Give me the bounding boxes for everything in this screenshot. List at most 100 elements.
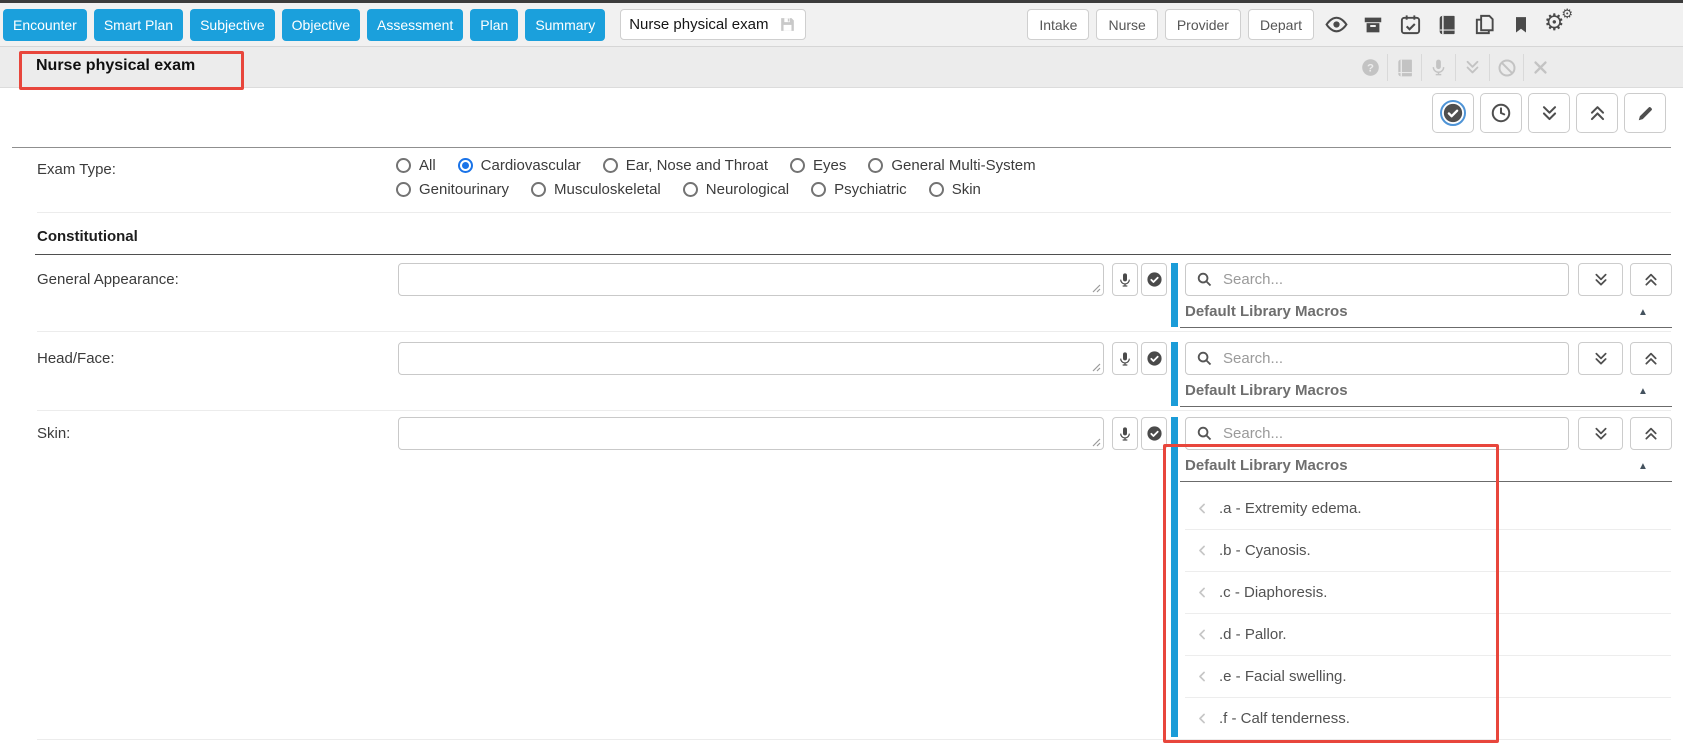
- confirm-check-button[interactable]: [1141, 342, 1167, 375]
- tab-objective[interactable]: Objective: [282, 9, 360, 41]
- radio-all[interactable]: All: [396, 157, 436, 174]
- radio-label: All: [419, 157, 436, 174]
- radio-skin[interactable]: Skin: [929, 181, 981, 198]
- radio-circle-icon[interactable]: [683, 182, 698, 197]
- screen: Encounter Smart Plan Subjective Objectiv…: [0, 0, 1683, 749]
- clock-button[interactable]: [1480, 93, 1522, 133]
- save-icon[interactable]: [778, 15, 797, 34]
- radio-general-multi-system[interactable]: General Multi-System: [868, 157, 1035, 174]
- macro-item-f[interactable]: .f - Calf tenderness.: [1185, 697, 1671, 739]
- macro-item-a[interactable]: .a - Extremity edema.: [1185, 487, 1671, 529]
- collapse-caret-icon[interactable]: ▲: [1638, 308, 1648, 318]
- collapse-caret-icon[interactable]: ▲: [1638, 387, 1648, 397]
- radio-circle-icon[interactable]: [396, 158, 411, 173]
- eye-icon[interactable]: [1321, 7, 1351, 43]
- macro-item-d[interactable]: .d - Pallor.: [1185, 613, 1671, 655]
- macro-item-b[interactable]: .b - Cyanosis.: [1185, 529, 1671, 571]
- radio-label: General Multi-System: [891, 157, 1035, 174]
- calendar-check-icon[interactable]: [1395, 7, 1425, 43]
- microphone-icon[interactable]: [1421, 54, 1455, 81]
- macro-search-input[interactable]: [1221, 270, 1558, 289]
- intake-button[interactable]: Intake: [1027, 9, 1089, 40]
- section-heading: Constitutional: [37, 228, 138, 245]
- macro-label: .d - Pallor.: [1219, 626, 1287, 643]
- macro-search-box[interactable]: [1185, 263, 1569, 296]
- help-icon[interactable]: ?: [1353, 54, 1387, 81]
- chevrons-down-button[interactable]: [1528, 93, 1570, 133]
- title-bar: Nurse physical exam ?: [0, 47, 1683, 88]
- macro-search-box[interactable]: [1185, 342, 1569, 375]
- radio-circle-icon[interactable]: [396, 182, 411, 197]
- macro-list: .a - Extremity edema. .b - Cyanosis. .c …: [1185, 487, 1671, 739]
- macro-search-input[interactable]: [1221, 349, 1558, 368]
- radio-neurological[interactable]: Neurological: [683, 181, 789, 198]
- archive-icon[interactable]: [1358, 7, 1388, 43]
- radio-circle-icon[interactable]: [929, 182, 944, 197]
- macro-item-e[interactable]: .e - Facial swelling.: [1185, 655, 1671, 697]
- radio-label: Neurological: [706, 181, 789, 198]
- chevrons-up-button[interactable]: [1576, 93, 1618, 133]
- bookmark-icon[interactable]: [1506, 7, 1536, 43]
- collapse-all-button[interactable]: [1630, 342, 1672, 375]
- radio-ear-nose-throat[interactable]: Ear, Nose and Throat: [603, 157, 768, 174]
- general-appearance-textarea[interactable]: [398, 263, 1104, 296]
- book-icon[interactable]: [1432, 7, 1462, 43]
- macro-search-input[interactable]: [1221, 424, 1558, 443]
- accent-bar: [1171, 417, 1178, 737]
- radio-circle-icon[interactable]: [603, 158, 618, 173]
- exam-row-skin: Skin: Default Library Macros ▲ .a - Extr…: [0, 417, 1683, 739]
- tab-plan[interactable]: Plan: [470, 9, 518, 41]
- dictate-microphone-button[interactable]: [1112, 417, 1138, 450]
- provider-button[interactable]: Provider: [1165, 9, 1241, 40]
- macro-label: .c - Diaphoresis.: [1219, 584, 1327, 601]
- radio-cardiovascular[interactable]: Cardiovascular: [458, 157, 581, 174]
- dictate-microphone-button[interactable]: [1112, 342, 1138, 375]
- template-name-box[interactable]: Nurse physical exam: [620, 9, 806, 40]
- expand-all-button[interactable]: [1578, 417, 1623, 450]
- radio-circle-icon[interactable]: [790, 158, 805, 173]
- expand-all-button[interactable]: [1578, 342, 1623, 375]
- tab-summary[interactable]: Summary: [525, 9, 605, 41]
- confirm-check-button[interactable]: [1141, 263, 1167, 296]
- check-circle-button[interactable]: [1432, 93, 1474, 133]
- skin-textarea[interactable]: [398, 417, 1104, 450]
- copy-icon[interactable]: [1469, 7, 1499, 43]
- macro-search-box[interactable]: [1185, 417, 1569, 450]
- collapse-caret-icon[interactable]: ▲: [1638, 462, 1648, 472]
- ban-icon[interactable]: [1489, 54, 1523, 81]
- gears-icon[interactable]: ⚙⚙: [1543, 7, 1573, 43]
- radio-genitourinary[interactable]: Genitourinary: [396, 181, 509, 198]
- chevron-left-icon: [1195, 585, 1210, 600]
- expand-all-button[interactable]: [1578, 263, 1623, 296]
- collapse-all-button[interactable]: [1630, 263, 1672, 296]
- radio-row-2: Genitourinary Musculoskeletal Neurologic…: [396, 181, 1036, 198]
- radio-label: Genitourinary: [419, 181, 509, 198]
- exam-row-head-face: Head/Face: Default Library Macros ▲: [0, 342, 1683, 410]
- focus-ring: [1440, 100, 1466, 126]
- radio-eyes[interactable]: Eyes: [790, 157, 846, 174]
- book-icon[interactable]: [1387, 54, 1421, 81]
- radio-circle-icon[interactable]: [868, 158, 883, 173]
- radio-psychiatric[interactable]: Psychiatric: [811, 181, 907, 198]
- radio-circle-icon[interactable]: [531, 182, 546, 197]
- depart-button[interactable]: Depart: [1248, 9, 1314, 40]
- nurse-button[interactable]: Nurse: [1096, 9, 1157, 40]
- macro-item-c[interactable]: .c - Diaphoresis.: [1185, 571, 1671, 613]
- dictate-microphone-button[interactable]: [1112, 263, 1138, 296]
- pencil-button[interactable]: [1624, 93, 1666, 133]
- head-face-textarea[interactable]: [398, 342, 1104, 375]
- radio-circle-icon[interactable]: [811, 182, 826, 197]
- macros-underline: [1180, 481, 1672, 482]
- chevrons-down-icon[interactable]: [1455, 54, 1489, 81]
- search-icon: [1196, 350, 1213, 367]
- radio-circle-icon[interactable]: [458, 158, 473, 173]
- confirm-check-button[interactable]: [1141, 417, 1167, 450]
- row2-separator: [37, 410, 1671, 411]
- radio-musculoskeletal[interactable]: Musculoskeletal: [531, 181, 661, 198]
- tab-encounter[interactable]: Encounter: [3, 9, 87, 41]
- tab-assessment[interactable]: Assessment: [367, 9, 463, 41]
- tab-smart-plan[interactable]: Smart Plan: [94, 9, 183, 41]
- tab-subjective[interactable]: Subjective: [190, 9, 275, 41]
- collapse-all-button[interactable]: [1630, 417, 1672, 450]
- close-icon[interactable]: [1523, 54, 1557, 81]
